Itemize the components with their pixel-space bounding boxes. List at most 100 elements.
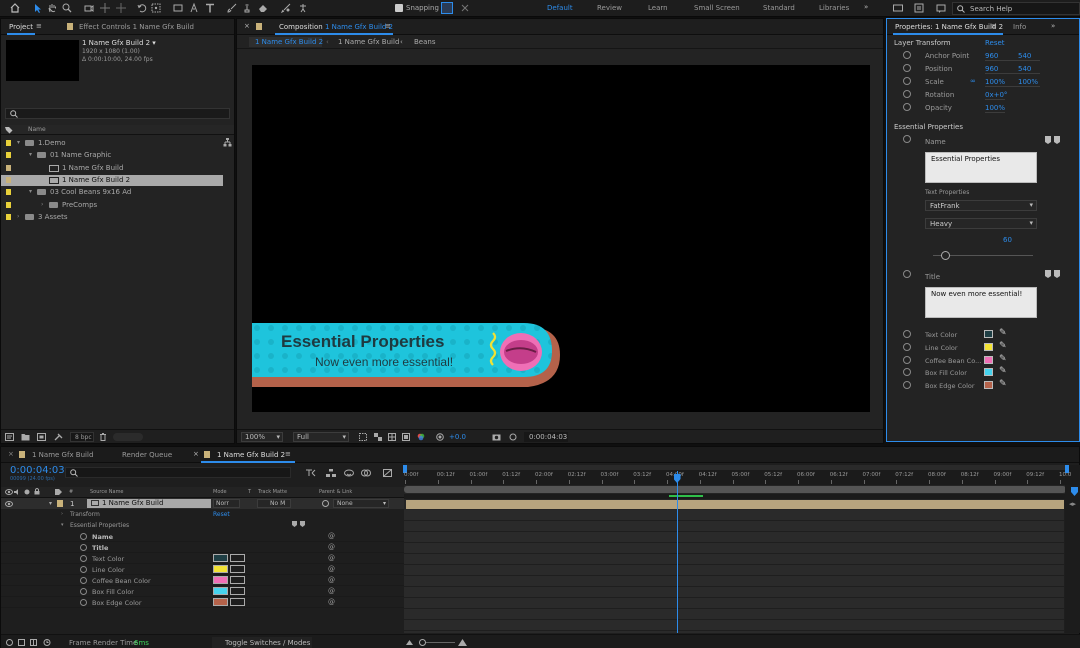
interpret-footage-icon[interactable] [5,433,14,441]
essential-group-label[interactable]: Essential Properties [70,523,129,529]
timeline-search-input[interactable] [65,467,291,478]
stopwatch-icon[interactable] [80,599,87,606]
toggle-switches-modes-button[interactable]: Toggle Switches / Modes [212,637,312,648]
font-size-value[interactable]: 60 [1003,237,1012,244]
title-stopwatch-icon[interactable] [903,270,911,278]
tab-info[interactable]: Info [1013,24,1026,31]
eyedropper-icon[interactable] [230,554,245,562]
timeline-color-swatch[interactable] [213,587,228,595]
project-search-input[interactable] [5,108,230,119]
timeline-color-swatch[interactable] [213,565,228,573]
timeline-prop-row[interactable]: Coffee Bean Color @ [1,575,404,586]
eyedropper-icon[interactable] [230,565,245,573]
color-swatch[interactable] [984,381,993,390]
composition-menu-icon[interactable]: ≡ [385,23,391,30]
expression-pick-whip-icon[interactable]: @ [328,577,335,584]
zoom-out-icon[interactable] [406,640,413,645]
project-tree-item[interactable]: › 3 Assets [1,212,223,223]
source-name-header[interactable]: Source Name [90,490,124,495]
transform-expand-arrow[interactable]: › [61,512,63,517]
timeline-tab-comp-1[interactable]: 1 Name Gfx Build [32,452,93,459]
orbit-camera-icon[interactable] [84,3,94,13]
timeline-prop-row[interactable]: Box Fill Color @ [1,586,404,597]
work-area-bar[interactable] [404,465,1066,470]
breadcrumb-beans[interactable]: Beans [414,39,435,46]
name-column-header[interactable]: Name [28,127,46,133]
lock-toggle-icon[interactable] [34,488,40,495]
color-swatch[interactable] [984,330,993,338]
stopwatch-icon[interactable] [80,533,87,540]
timeline-prop-row[interactable]: Title @ [1,542,404,553]
mask-visibility-icon[interactable] [402,433,410,441]
parent-link-header[interactable]: Parent & Link [319,490,352,495]
tools-panel-icon[interactable] [893,3,903,13]
prop-options-icon[interactable] [295,566,309,572]
workspace-tab-learn[interactable]: Learn [648,5,668,12]
transparency-grid-icon[interactable] [374,433,382,441]
expression-pick-whip-icon[interactable]: @ [328,533,335,540]
resolution-dropdown[interactable]: Full ▾ [293,432,349,442]
search-help-box[interactable]: Search Help [952,2,1080,15]
stopwatch-icon[interactable] [903,64,911,72]
show-snapshot-icon[interactable] [509,433,517,441]
stopwatch-icon[interactable] [903,368,911,377]
expand-arrow-open[interactable]: ▾ [29,189,32,195]
clone-stamp-icon[interactable] [242,3,252,13]
title-options-icon[interactable] [1045,270,1061,278]
zoom-slider-handle[interactable] [419,639,426,646]
workspace-tab-review[interactable]: Review [597,5,622,12]
tab-project[interactable]: Project [9,24,33,31]
close-comp-icon[interactable]: × [244,23,250,30]
stopwatch-icon[interactable] [903,77,911,85]
name-stopwatch-icon[interactable] [903,135,911,143]
tab-effect-controls[interactable]: Effect Controls 1 Name Gfx Build [79,24,194,31]
project-menu-icon[interactable]: ≡ [36,23,42,30]
project-tree-item[interactable]: 1 Name Gfx Build 2 [1,174,223,186]
stopwatch-icon[interactable] [903,103,911,111]
delete-icon[interactable] [99,433,107,441]
brush-tool-icon[interactable] [227,3,237,13]
prop-options-icon[interactable] [295,544,309,550]
transfer-controls-icon[interactable] [18,639,25,646]
transform-reset[interactable]: Reset [213,512,230,518]
snapshot-camera-icon[interactable] [492,433,501,441]
tab-properties[interactable]: Properties: 1 Name Gfx Build 2 [895,24,1003,31]
pan-camera-icon[interactable] [100,3,110,13]
new-composition-icon[interactable] [37,433,46,441]
breadcrumb-comp-1[interactable]: 1 Name Gfx Build [338,39,399,46]
grid-guides-icon[interactable] [388,433,396,441]
snap-magnet-icon[interactable] [460,3,470,13]
roto-brush-icon[interactable] [280,3,291,14]
expand-arrow-closed[interactable]: › [41,201,43,208]
workspace-tab-libraries[interactable]: Libraries [819,5,849,12]
snapping-checkbox[interactable] [395,4,403,12]
timeline-tab-render-queue[interactable]: Render Queue [122,452,172,459]
render-time-icon[interactable] [43,639,51,646]
lower-third-graphic[interactable]: Essential Properties Now even more essen… [252,323,562,389]
font-family-dropdown[interactable]: FatFrank ▾ [925,200,1037,211]
workspace-tab-small-screen[interactable]: Small Screen [694,5,740,12]
workspace-tab-default[interactable]: Default [547,5,573,12]
exposure-value[interactable]: +0.0 [449,434,466,441]
audio-toggle-icon[interactable] [14,489,21,495]
transform-reset-link[interactable]: Reset [985,40,1005,47]
zoom-in-icon[interactable] [458,639,467,646]
bit-depth-button[interactable]: 8 bpc [70,432,94,442]
stopwatch-icon[interactable] [80,544,87,551]
name-options-icon[interactable] [1045,136,1061,144]
stopwatch-icon[interactable] [903,51,911,59]
stopwatch-icon[interactable] [80,577,87,584]
eyedropper-icon[interactable]: ✎ [999,380,1007,389]
stopwatch-icon[interactable] [903,355,911,364]
selection-tool-icon[interactable] [33,3,43,13]
stopwatch-icon[interactable] [80,588,87,595]
prop-options-icon[interactable] [295,577,309,583]
eyedropper-icon[interactable]: ✎ [999,367,1007,376]
parent-dropdown[interactable]: None ▾ [333,499,389,508]
layer-visibility-icon[interactable] [5,501,13,507]
timeline-navigator[interactable] [404,485,1066,494]
comp-marker-icon[interactable]: ◂▸ [1069,501,1076,508]
comp-info-name[interactable]: 1 Name Gfx Build 2 ▾ [82,40,156,47]
expression-pick-whip-icon[interactable]: @ [328,588,335,595]
rotate-tool-icon[interactable] [137,3,147,13]
